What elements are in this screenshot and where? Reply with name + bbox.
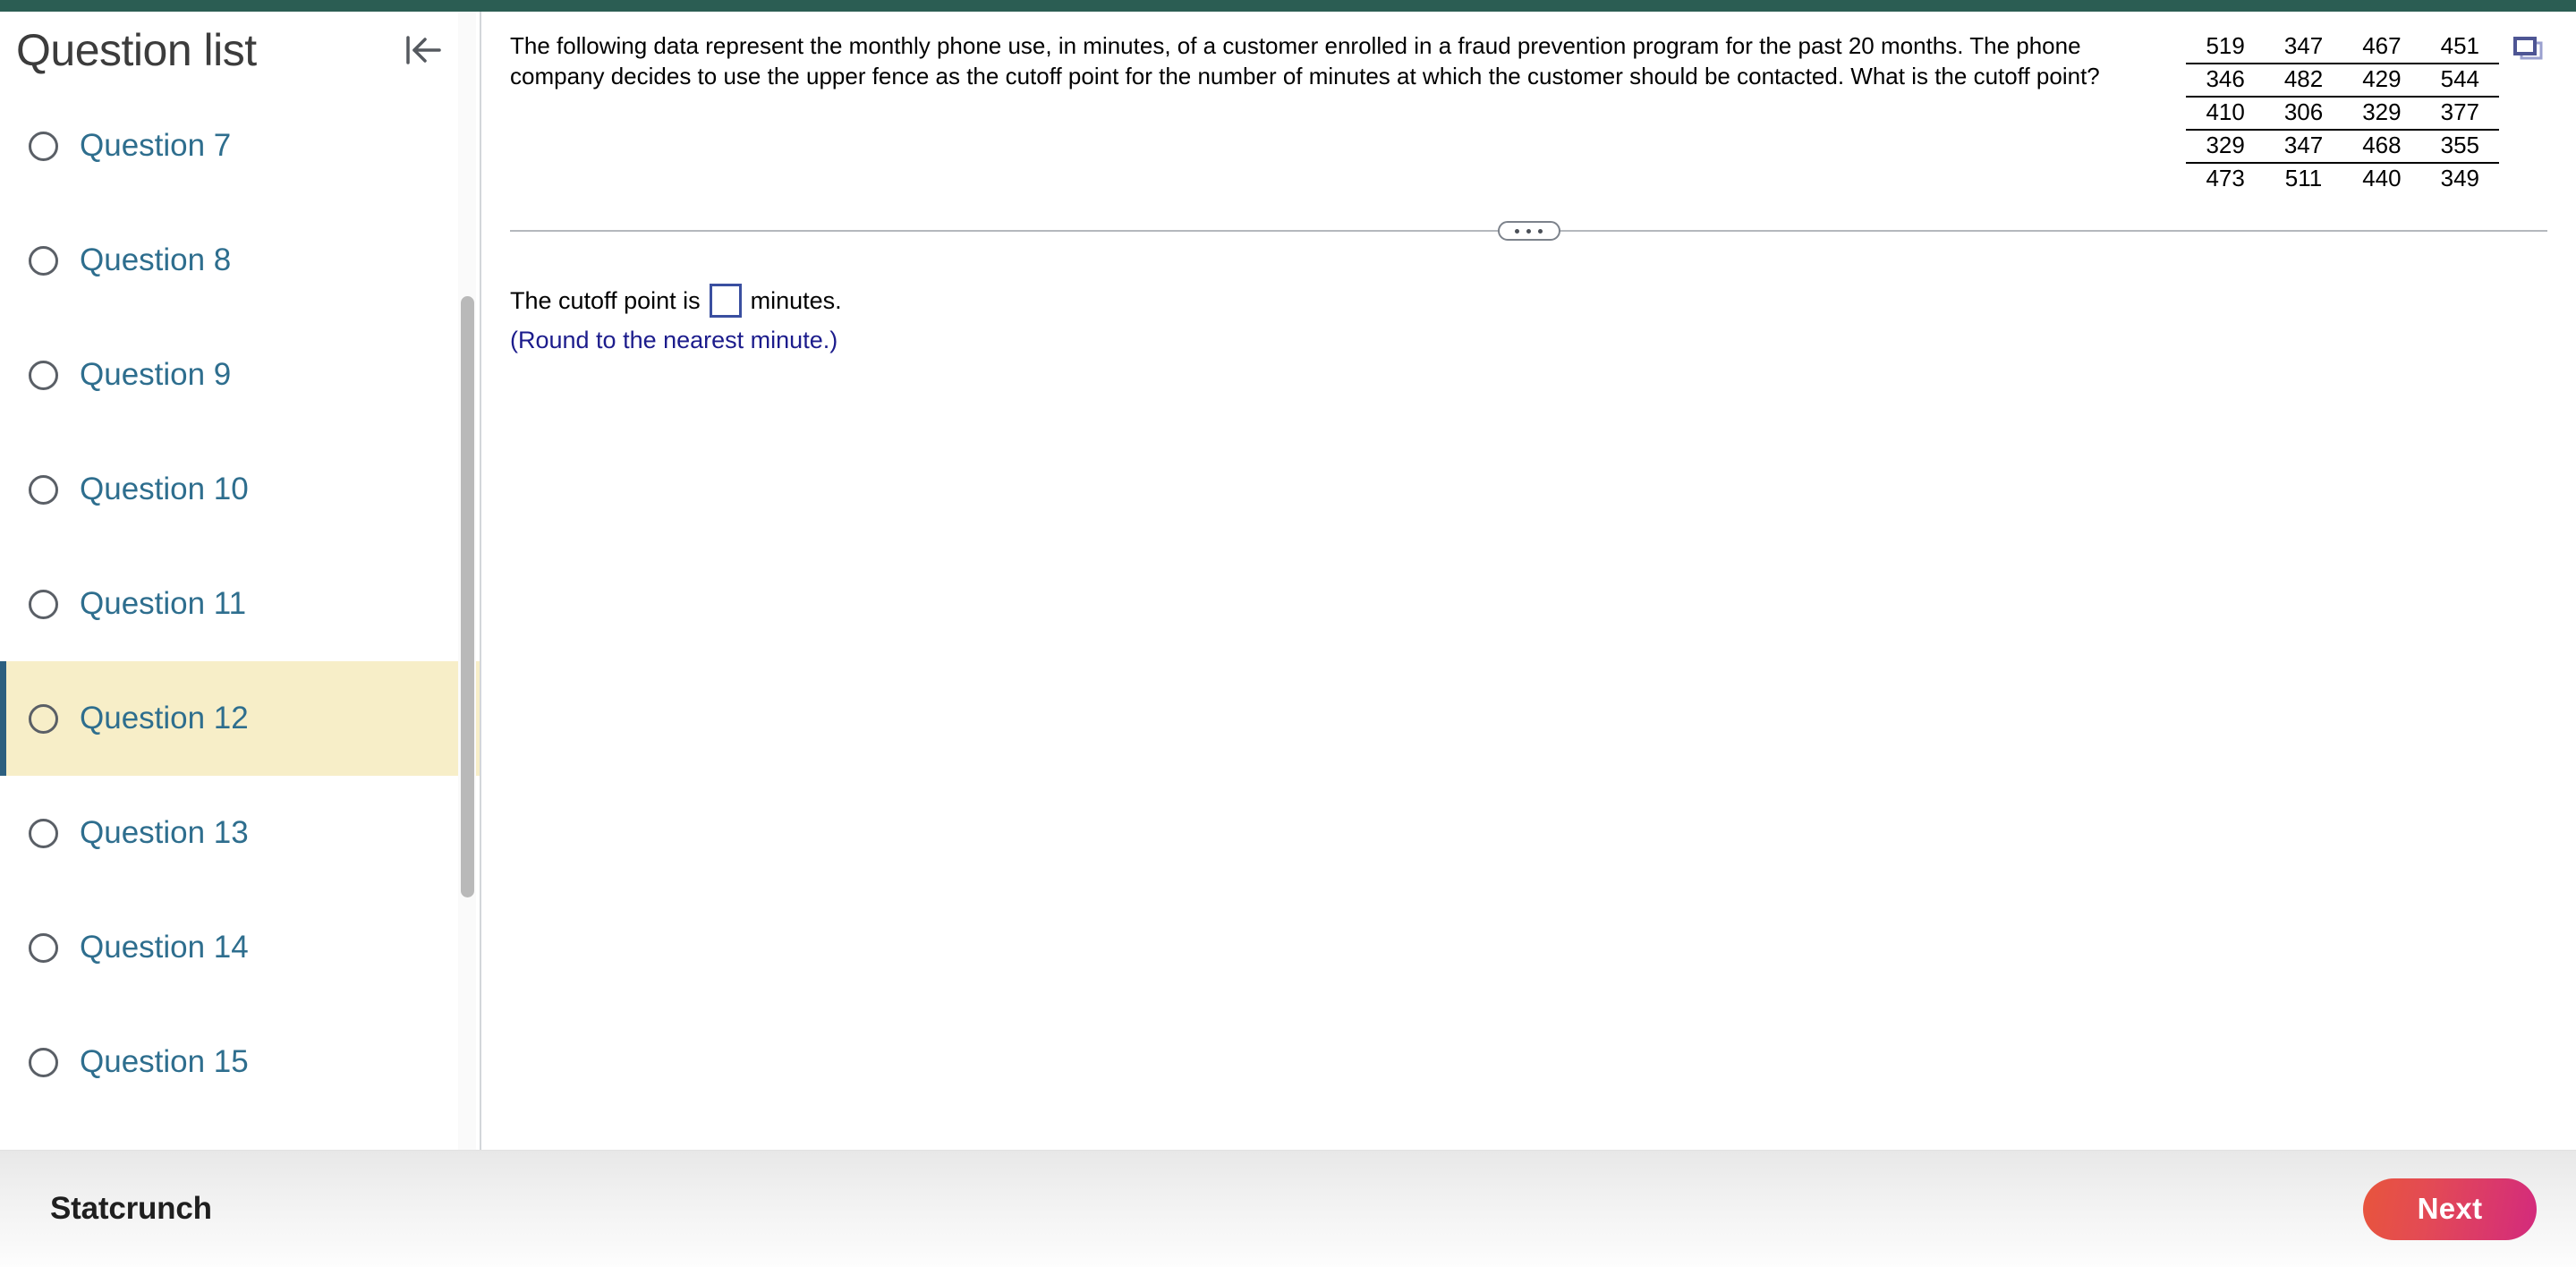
- question-status-radio-icon[interactable]: [29, 360, 58, 390]
- sidebar-item-label: Question 12: [80, 701, 249, 736]
- table-cell: 451: [2420, 31, 2499, 64]
- table-cell: 519: [2186, 31, 2265, 64]
- sidebar-item-label: Question 9: [80, 357, 232, 392]
- sidebar-scrollbar-track[interactable]: [458, 12, 476, 1150]
- collapse-panel-icon[interactable]: [397, 24, 449, 76]
- footer-bar: Statcrunch Next: [0, 1150, 2576, 1267]
- sidebar-item-label: Question 11: [80, 586, 247, 621]
- cutoff-point-input[interactable]: [709, 284, 742, 319]
- question-content-panel: The following data represent the monthly…: [481, 12, 2576, 1150]
- question-status-radio-icon[interactable]: [29, 932, 58, 963]
- sidebar-item-question-8[interactable]: Question 8: [0, 203, 480, 318]
- sidebar-item-question-10[interactable]: Question 10: [0, 432, 480, 547]
- answer-line: The cutoff point is minutes.: [510, 284, 2576, 319]
- page-title: Question list: [16, 25, 257, 75]
- table-cell: 347: [2264, 129, 2343, 164]
- sidebar-item-question-15[interactable]: Question 15: [0, 1005, 480, 1119]
- table-cell: 377: [2420, 96, 2499, 131]
- table-cell: 468: [2342, 129, 2421, 164]
- sidebar-item-label: Question 15: [80, 1044, 249, 1079]
- table-row: 519 347 467 451: [2186, 31, 2499, 64]
- table-row: 329 347 468 355: [2186, 129, 2499, 164]
- sidebar-scrollbar-thumb[interactable]: [461, 296, 474, 897]
- table-cell: 329: [2186, 129, 2265, 164]
- sidebar-item-question-7[interactable]: Question 7: [0, 89, 480, 203]
- popout-window-icon[interactable]: [2513, 37, 2544, 62]
- data-table-wrap: 519 347 467 451 346 482 429 544 410 306 329 377 329 3…: [2186, 31, 2549, 194]
- main-body: Question list Question 7 Question 8 Questi…: [0, 12, 2576, 1150]
- table-row: 346 482 429 544: [2186, 63, 2499, 98]
- table-cell: 429: [2342, 63, 2421, 98]
- table-cell: 473: [2206, 164, 2245, 191]
- question-status-radio-icon[interactable]: [29, 818, 58, 848]
- table-cell: 482: [2264, 63, 2343, 98]
- table-cell: 349: [2440, 164, 2479, 191]
- table-cell: 511: [2284, 164, 2323, 191]
- sidebar-item-question-14[interactable]: Question 14: [0, 890, 480, 1005]
- sidebar-item-label: Question 13: [80, 815, 249, 850]
- question-player-window: Question list Question 7 Question 8 Questi…: [0, 0, 2576, 1267]
- sidebar-item-label: Question 14: [80, 930, 249, 965]
- sidebar-item-question-12[interactable]: Question 12: [0, 661, 480, 776]
- rounding-hint-text: (Round to the nearest minute.): [510, 327, 838, 354]
- question-status-radio-icon[interactable]: [29, 245, 58, 276]
- question-status-radio-icon[interactable]: [29, 589, 58, 619]
- sidebar-header: Question list: [0, 12, 480, 89]
- sidebar-item-question-9[interactable]: Question 9: [0, 318, 480, 432]
- question-status-radio-icon[interactable]: [29, 131, 58, 161]
- table-cell: 410: [2186, 96, 2265, 131]
- table-cell: 346: [2186, 63, 2265, 98]
- table-row: 410 306 329 377: [2186, 96, 2499, 131]
- sidebar-item-label: Question 10: [80, 472, 249, 506]
- question-list[interactable]: Question 7 Question 8 Question 9 Question 1…: [0, 89, 480, 1150]
- sidebar-item-question-11[interactable]: Question 11: [0, 547, 480, 661]
- phone-use-data-table: 519 347 467 451 346 482 429 544 410 306 329 377 329 3…: [2186, 31, 2499, 194]
- table-cell: 329: [2342, 96, 2421, 131]
- table-cell: 544: [2420, 63, 2499, 98]
- statcrunch-link[interactable]: Statcrunch: [50, 1191, 212, 1227]
- next-button[interactable]: Next: [2363, 1178, 2537, 1240]
- question-list-sidebar: Question list Question 7 Question 8 Questi…: [0, 12, 481, 1150]
- table-cell: 347: [2264, 31, 2343, 64]
- top-accent-bar: [0, 0, 2576, 12]
- sidebar-item-label: Question 8: [80, 242, 232, 277]
- table-cell: 467: [2342, 31, 2421, 64]
- panel-splitter[interactable]: [510, 221, 2547, 242]
- table-cell: 306: [2264, 96, 2343, 131]
- drag-handle-dots-icon[interactable]: [1497, 221, 1560, 242]
- table-cell: 440: [2362, 164, 2402, 191]
- question-block: The following data represent the monthly…: [481, 12, 2576, 194]
- table-row: 473 511 440 349: [2186, 163, 2499, 195]
- question-status-radio-icon[interactable]: [29, 703, 58, 734]
- sidebar-item-question-13[interactable]: Question 13: [0, 776, 480, 890]
- sidebar-item-label: Question 7: [80, 128, 232, 163]
- answer-suffix-label: minutes.: [750, 287, 842, 315]
- answer-block: The cutoff point is minutes. (Round to t…: [481, 241, 2576, 354]
- question-prompt-text: The following data represent the monthly…: [510, 32, 2100, 89]
- table-cell: 355: [2420, 129, 2499, 164]
- question-status-radio-icon[interactable]: [29, 1047, 58, 1077]
- question-status-radio-icon[interactable]: [29, 474, 58, 505]
- answer-prefix-label: The cutoff point is: [510, 287, 701, 315]
